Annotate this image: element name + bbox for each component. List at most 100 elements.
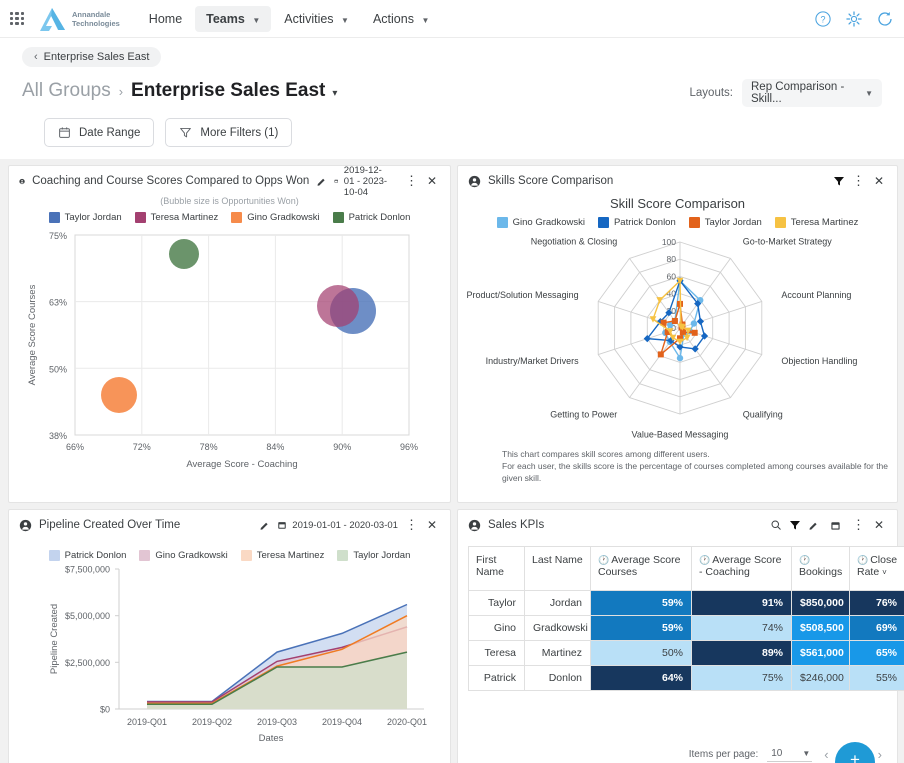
legend-item[interactable]: Gino Gradkowski <box>139 550 227 561</box>
calendar-icon[interactable] <box>830 520 841 531</box>
radar-caption-line-2: For each user, the skills score is the p… <box>502 460 897 484</box>
column-header-bookings[interactable]: 🕐Bookings <box>792 547 850 591</box>
column-header-label: Bookings <box>799 566 842 578</box>
pencil-icon[interactable] <box>259 520 270 531</box>
close-icon[interactable]: ✕ <box>424 518 440 532</box>
nav-item-home[interactable]: Home <box>138 6 193 32</box>
radar-data-point[interactable] <box>658 351 664 357</box>
column-header-average-score-coaching[interactable]: 🕐Average Score - Coaching <box>692 547 792 591</box>
radar-data-point[interactable] <box>691 320 697 326</box>
legend-item[interactable]: Teresa Martinez <box>241 550 325 561</box>
brand-line-1: Annandale <box>72 10 120 19</box>
legend-item[interactable]: Teresa Martinez <box>135 212 219 223</box>
brand-logo[interactable]: Annandale Technologies <box>38 6 120 32</box>
kebab-icon[interactable]: ⋮ <box>852 177 864 185</box>
bubble-chart-plot[interactable]: 75% 63% 50% 38% 66% 72% 78% 84% 90% 96% … <box>9 223 452 473</box>
legend-label: Gino Gradkowski <box>155 550 227 561</box>
search-icon[interactable] <box>770 519 782 531</box>
kebab-icon[interactable]: ⋮ <box>405 177 417 185</box>
bubble-gino-gradkowski[interactable] <box>101 377 137 413</box>
radar-axis-label: Getting to Power <box>550 409 617 419</box>
page-title: Enterprise Sales East <box>131 80 325 102</box>
radar-data-point[interactable] <box>656 297 663 303</box>
gear-icon[interactable] <box>845 10 863 28</box>
pipeline-series-group[interactable] <box>147 605 407 710</box>
card-date-range[interactable]: 2019-01-01 - 2020-03-01 <box>277 520 398 531</box>
nav-item-activities[interactable]: Activities ▼ <box>273 6 360 32</box>
y-tick-label: 50% <box>49 364 67 374</box>
legend-item[interactable]: Patrick Donlon <box>598 217 676 228</box>
title-dropdown-caret-icon[interactable]: ▾ <box>332 88 337 99</box>
radar-data-point[interactable] <box>680 329 686 335</box>
cell-first-name: Gino <box>469 616 525 641</box>
radar-data-point[interactable] <box>677 355 683 361</box>
cell-last-name: Jordan <box>525 591 591 616</box>
pipeline-area-chart-plot[interactable]: $7,500,000 $5,000,000 $2,500,000 $0 2019… <box>9 561 452 761</box>
legend-swatch <box>775 217 786 228</box>
card-date-range[interactable]: 2019-12-01 - 2023-10-04 <box>334 165 391 198</box>
date-range-button[interactable]: Date Range <box>44 118 154 147</box>
radar-axis-label: Industry/Market Drivers <box>486 356 580 366</box>
grid-apps-icon[interactable] <box>10 12 24 26</box>
cell-first-name: Taylor <box>469 591 525 616</box>
more-filters-button[interactable]: More Filters (1) <box>165 118 292 147</box>
add-fab-button[interactable]: + <box>835 742 875 763</box>
bubble-patrick-donlon[interactable] <box>169 239 199 269</box>
previous-page-button[interactable]: ‹ <box>821 747 831 762</box>
nav-item-actions[interactable]: Actions ▼ <box>362 6 440 32</box>
items-per-page-select[interactable]: 10 ▼ <box>767 747 812 762</box>
pencil-icon[interactable] <box>808 520 819 531</box>
legend-item[interactable]: Taylor Jordan <box>689 217 762 228</box>
close-icon[interactable]: ✕ <box>424 174 440 188</box>
layouts-select[interactable]: Rep Comparison - Skill... ▼ <box>742 79 882 107</box>
breadcrumb-all-groups[interactable]: All Groups <box>22 80 111 102</box>
column-header-label: Average Score - Coaching <box>699 554 781 578</box>
funnel-icon[interactable] <box>833 175 845 187</box>
kebab-icon[interactable]: ⋮ <box>852 521 864 529</box>
sales-kpis-table: First Name Last Name 🕐Average Score Cour… <box>468 546 904 691</box>
card-title: Pipeline Created Over Time <box>39 519 180 531</box>
table-row[interactable]: TeresaMartinez50%89%$561,00065% <box>469 641 904 666</box>
radar-caption-line-1: This chart compares skill scores among d… <box>502 448 897 460</box>
legend-item[interactable]: Patrick Donlon <box>49 550 127 561</box>
table-row[interactable]: PatrickDonlon64%75%$246,00055% <box>469 666 904 691</box>
bubble-teresa-martinez[interactable] <box>317 285 359 327</box>
radar-data-point[interactable] <box>672 318 678 324</box>
cell-average-score-coaching: 89% <box>692 641 792 666</box>
table-row[interactable]: TaylorJordan59%91%$850,00076% <box>469 591 904 616</box>
legend-item[interactable]: Gino Gradkowski <box>497 217 585 228</box>
nav-item-teams[interactable]: Teams ▼ <box>195 6 271 32</box>
next-page-button[interactable]: › <box>875 747 885 762</box>
legend-item[interactable]: Taylor Jordan <box>49 212 122 223</box>
radar-data-point[interactable] <box>697 318 704 325</box>
x-tick-label: 2019-Q02 <box>192 717 232 727</box>
legend-item[interactable]: Patrick Donlon <box>333 212 411 223</box>
x-axis-label: Dates <box>259 733 284 744</box>
bubble-subtitle: (Bubble size is Opportunities Won) <box>9 196 450 206</box>
pencil-icon[interactable] <box>316 176 327 187</box>
column-header-label: Last Name <box>532 554 583 566</box>
dashboard-grid: Coaching and Course Scores Compared to O… <box>0 159 904 763</box>
legend-item[interactable]: Taylor Jordan <box>337 550 410 561</box>
kebab-icon[interactable]: ⋮ <box>405 521 417 529</box>
back-breadcrumb-chip[interactable]: ‹ Enterprise Sales East <box>22 47 161 67</box>
refresh-icon[interactable] <box>876 10 894 28</box>
funnel-icon[interactable] <box>789 519 801 531</box>
column-header-first-name[interactable]: First Name <box>469 547 525 591</box>
help-icon[interactable]: ? <box>814 10 832 28</box>
legend-item[interactable]: Teresa Martinez <box>775 217 859 228</box>
funnel-icon <box>179 126 192 139</box>
radar-data-point[interactable] <box>684 335 691 341</box>
close-icon[interactable]: ✕ <box>871 174 887 188</box>
table-row[interactable]: GinoGradkowski59%74%$508,50069% <box>469 616 904 641</box>
legend-item[interactable]: Gino Gradkowski <box>231 212 319 223</box>
radar-chart-plot[interactable]: Listening SkillsGo-to-Market StrategyAcc… <box>458 228 899 443</box>
card-title: Sales KPIs <box>488 519 544 531</box>
nav-item-teams-label: Teams <box>206 12 245 26</box>
column-header-last-name[interactable]: Last Name <box>525 547 591 591</box>
close-icon[interactable]: ✕ <box>871 518 887 532</box>
column-header-close-rate[interactable]: 🕐Close Rate ˅ <box>850 547 904 591</box>
radar-data-point[interactable] <box>692 330 698 336</box>
column-header-average-score-courses[interactable]: 🕐Average Score Courses <box>591 547 692 591</box>
person-icon <box>468 175 481 188</box>
